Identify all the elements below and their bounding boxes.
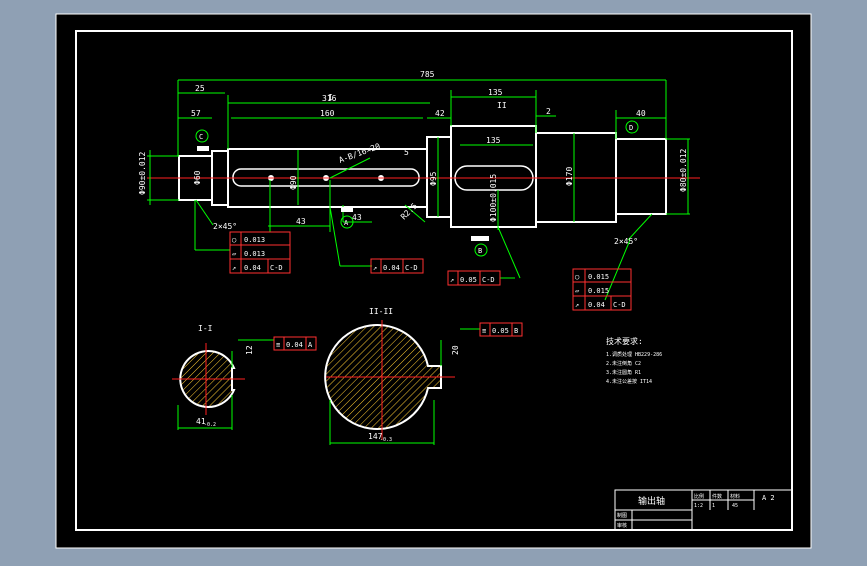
dia-right: Φ80±0.012 bbox=[679, 148, 688, 192]
datum-c: C bbox=[199, 133, 203, 141]
svg-text:↗: ↗ bbox=[575, 301, 579, 309]
datum-d: D bbox=[629, 124, 633, 132]
svg-text:0.013: 0.013 bbox=[244, 250, 265, 258]
qty-header: 件数 bbox=[712, 493, 722, 500]
dim-785: 785 bbox=[420, 70, 435, 79]
notes-title: 技术要求: bbox=[606, 336, 643, 346]
svg-text:0.05: 0.05 bbox=[460, 276, 477, 284]
svg-text:↗: ↗ bbox=[373, 264, 377, 272]
chamfer-right: 2×45° bbox=[614, 237, 638, 246]
svg-text:0.04: 0.04 bbox=[588, 301, 605, 309]
qty-value: 1 bbox=[712, 503, 715, 509]
section-i-key: 12 bbox=[245, 345, 254, 355]
dim-43a: 43 bbox=[296, 217, 306, 226]
scale-value: 1:2 bbox=[694, 503, 703, 509]
dia-mid1: Φ90 bbox=[289, 175, 298, 190]
material-value: 45 bbox=[732, 503, 738, 509]
section-ii-dim-tol: -0.3 bbox=[380, 437, 392, 443]
svg-text:0.013: 0.013 bbox=[244, 236, 265, 244]
section-ii-ref: B bbox=[514, 327, 518, 335]
dim-42: 42 bbox=[435, 109, 445, 118]
section-mark-ii: II bbox=[497, 101, 507, 110]
svg-text:≡: ≡ bbox=[482, 327, 486, 335]
svg-text:C-D: C-D bbox=[270, 264, 283, 272]
drawing-canvas: 785 25 57 316 160 42 135 135 2 40 5 43 4… bbox=[55, 13, 812, 549]
dia-mid2: Φ95 bbox=[429, 171, 438, 186]
svg-text:≡: ≡ bbox=[276, 341, 280, 349]
svg-text:C-D: C-D bbox=[613, 301, 626, 309]
dim-2: 2 bbox=[546, 107, 551, 116]
section-ii-title: II-II bbox=[369, 307, 393, 316]
section-i-title: I-I bbox=[198, 324, 213, 333]
dia-main: Φ170 bbox=[565, 167, 574, 186]
svg-text:C-D: C-D bbox=[405, 264, 418, 272]
dia-left: Φ90±0.012 bbox=[138, 151, 147, 195]
dim-135b: 135 bbox=[486, 136, 501, 145]
notes-line-1: 1.调质处理 HB229-286 bbox=[606, 351, 662, 358]
notes-line-3: 3.未注圆角 R1 bbox=[606, 369, 641, 376]
svg-text:↗: ↗ bbox=[232, 264, 236, 272]
cad-viewport: 785 25 57 316 160 42 135 135 2 40 5 43 4… bbox=[0, 0, 867, 562]
section-ii-tol: 0.05 bbox=[492, 327, 509, 335]
svg-text:0.04: 0.04 bbox=[383, 264, 400, 272]
dia-left2: Φ60 bbox=[193, 170, 202, 185]
notes-line-2: 2.未注倒角 C2 bbox=[606, 360, 641, 367]
dim-40: 40 bbox=[636, 109, 646, 118]
datum-b: B bbox=[478, 247, 482, 255]
dim-43b: 43 bbox=[352, 213, 362, 222]
drawn-by-label: 制图 bbox=[617, 512, 627, 519]
svg-text:0.015: 0.015 bbox=[588, 273, 609, 281]
dim-25: 25 bbox=[195, 84, 205, 93]
section-mark-i: I bbox=[328, 93, 333, 102]
checked-by-label: 审核 bbox=[617, 522, 627, 529]
section-ii-key: 20 bbox=[451, 345, 460, 355]
svg-text:C-D: C-D bbox=[482, 276, 495, 284]
material-header: 材料 bbox=[730, 493, 740, 500]
svg-text:0.04: 0.04 bbox=[244, 264, 261, 272]
dia-key: Φ100±0.015 bbox=[489, 174, 498, 222]
svg-text:↗: ↗ bbox=[450, 276, 454, 284]
scale-header: 比例 bbox=[694, 493, 704, 500]
svg-text:0.015: 0.015 bbox=[588, 287, 609, 295]
dim-135a: 135 bbox=[488, 88, 503, 97]
section-i-tol: 0.04 bbox=[286, 341, 303, 349]
notes-line-4: 4.未注公差按 IT14 bbox=[606, 378, 652, 385]
section-i-dim-tol: -0.2 bbox=[204, 422, 216, 428]
part-name: 输出轴 bbox=[638, 495, 665, 507]
drawing-number: A 2 bbox=[762, 494, 775, 502]
dim-160: 160 bbox=[320, 109, 335, 118]
chamfer-left: 2×45° bbox=[213, 222, 237, 231]
dim-57: 57 bbox=[191, 109, 201, 118]
dim-5: 5 bbox=[404, 148, 409, 157]
paper-sheet bbox=[55, 13, 812, 549]
